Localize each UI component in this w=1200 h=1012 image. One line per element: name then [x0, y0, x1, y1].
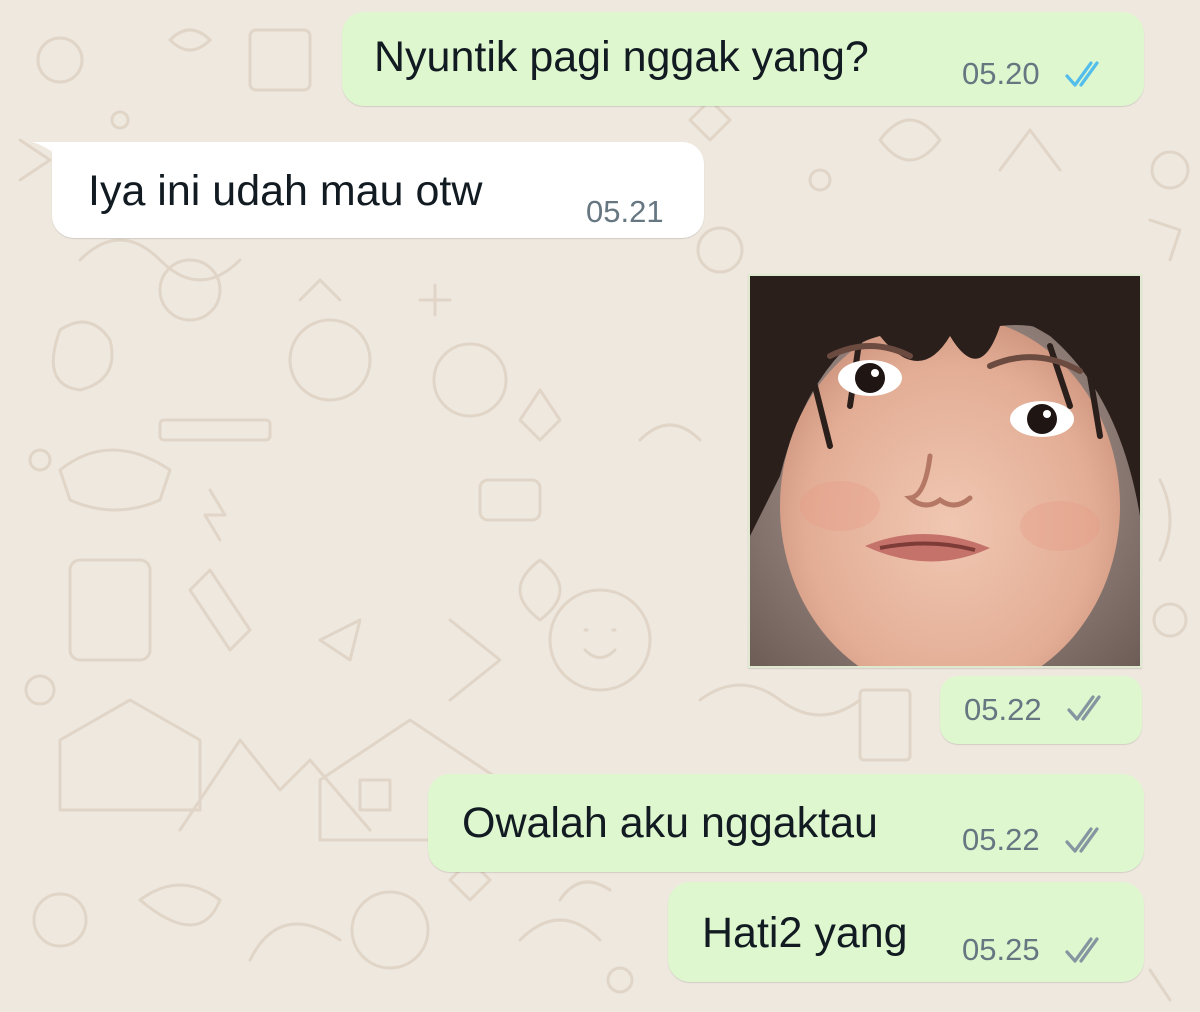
message-text: Nyuntik pagi nggak yang? [374, 33, 869, 81]
message-bubble-outgoing[interactable]: Hati2 yang 05.25 [668, 882, 1144, 982]
image-meta-bubble: 05.22 [940, 676, 1142, 744]
message-bubble-outgoing[interactable]: Nyuntik pagi nggak yang? 05.20 [342, 12, 1144, 106]
delivered-double-check-icon [1065, 937, 1099, 963]
message-time: 05.22 [964, 692, 1042, 727]
message-time: 05.21 [586, 194, 664, 229]
message-text: Owalah aku nggaktau [462, 799, 878, 847]
message-text: Iya ini udah mau otw [88, 167, 483, 215]
delivered-double-check-icon [1067, 695, 1101, 721]
read-double-check-icon [1065, 61, 1099, 87]
image-message[interactable] [748, 274, 1142, 668]
sticker-image [750, 276, 1140, 666]
message-bubble-incoming[interactable]: Iya ini udah mau otw 05.21 [52, 142, 704, 238]
message-text: Hati2 yang [702, 909, 908, 957]
message-time: 05.25 [962, 932, 1040, 967]
message-time: 05.20 [962, 56, 1040, 91]
delivered-double-check-icon [1065, 827, 1099, 853]
message-time: 05.22 [962, 822, 1040, 857]
message-bubble-outgoing[interactable]: Owalah aku nggaktau 05.22 [428, 774, 1144, 872]
